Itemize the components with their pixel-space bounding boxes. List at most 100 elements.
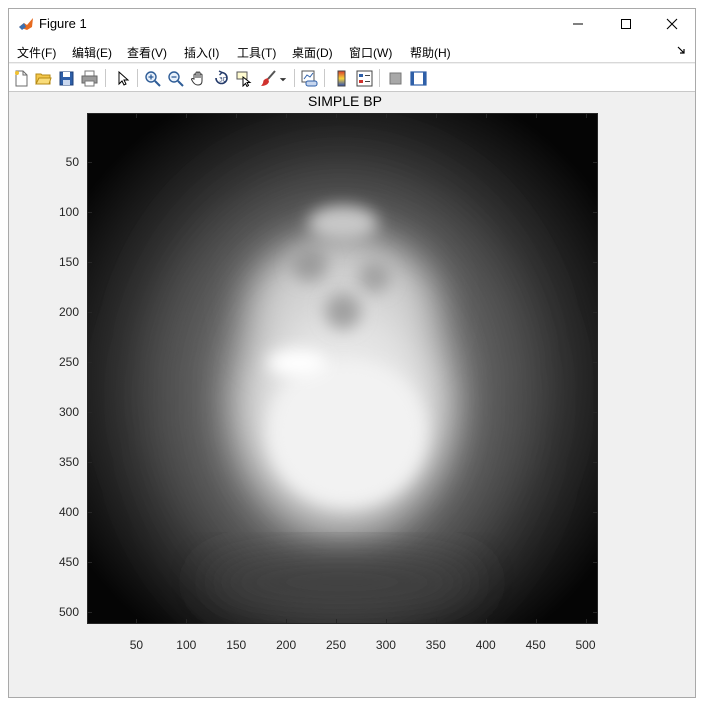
- y-tick-label: 450: [58, 554, 79, 569]
- new-figure-button[interactable]: [11, 68, 31, 88]
- select-arrow-button[interactable]: [112, 68, 132, 88]
- y-tick-mark: [593, 412, 598, 413]
- dock-arrow-icon[interactable]: [677, 45, 687, 55]
- minimize-button[interactable]: [555, 9, 601, 39]
- pan-button[interactable]: [188, 68, 208, 88]
- image-axes[interactable]: [87, 113, 598, 624]
- y-tick-mark: [593, 312, 598, 313]
- y-tick-mark: [87, 362, 92, 363]
- insert-legend-button[interactable]: [354, 68, 374, 88]
- x-tick-mark: [386, 113, 387, 118]
- zoom-in-icon: [144, 70, 161, 87]
- menu-help[interactable]: 帮助(H): [410, 44, 451, 61]
- toolbar-separator: [105, 69, 106, 87]
- show-plot-tools-icon: [409, 70, 427, 86]
- y-tick-mark: [87, 212, 92, 213]
- link-plot-button[interactable]: [299, 68, 319, 88]
- y-tick-mark: [87, 612, 92, 613]
- x-tick-label: 50: [129, 638, 144, 652]
- brush-button[interactable]: [258, 68, 278, 88]
- grayscale-reconstruction-image: [88, 114, 597, 623]
- menu-edit[interactable]: 编辑(E): [72, 44, 112, 61]
- matlab-logo-icon: [17, 15, 35, 33]
- x-tick-mark: [536, 113, 537, 118]
- y-tick-mark: [593, 562, 598, 563]
- x-tick-mark: [186, 619, 187, 624]
- insert-legend-icon: [356, 70, 372, 86]
- plot-title: SIMPLE BP: [308, 93, 382, 109]
- title-bar: Figure 1: [9, 9, 695, 39]
- x-tick-mark: [386, 619, 387, 624]
- x-tick-label: 300: [375, 638, 396, 652]
- y-tick-mark: [87, 162, 92, 163]
- brush-icon: [260, 69, 276, 86]
- x-tick-mark: [286, 113, 287, 118]
- x-tick-mark: [236, 619, 237, 624]
- figure-toolbar: 3D: [9, 64, 695, 92]
- y-tick-mark: [593, 212, 598, 213]
- y-tick-label: 300: [58, 404, 79, 419]
- y-tick-label: 50: [65, 155, 79, 170]
- zoom-in-button[interactable]: [142, 68, 162, 88]
- open-file-button[interactable]: [33, 68, 53, 88]
- y-tick-label: 350: [58, 454, 79, 469]
- x-tick-label: 100: [176, 638, 197, 652]
- minimize-icon: [573, 23, 583, 25]
- y-tick-label: 500: [58, 604, 79, 619]
- y-tick-mark: [87, 312, 92, 313]
- data-cursor-icon: [236, 71, 251, 87]
- menu-insert[interactable]: 插入(I): [184, 44, 219, 61]
- menu-window[interactable]: 窗口(W): [349, 44, 392, 61]
- select-arrow-icon: [118, 70, 129, 86]
- x-tick-mark: [336, 619, 337, 624]
- brush-dropdown-button[interactable]: [278, 68, 288, 88]
- x-tick-label: 200: [276, 638, 297, 652]
- y-tick-mark: [593, 462, 598, 463]
- y-tick-label: 100: [58, 205, 79, 220]
- x-tick-mark: [436, 619, 437, 624]
- maximize-button[interactable]: [603, 9, 649, 39]
- x-tick-mark: [136, 619, 137, 624]
- close-icon: [666, 18, 678, 30]
- y-tick-mark: [593, 612, 598, 613]
- maximize-icon: [621, 19, 631, 29]
- x-tick-label: 500: [575, 638, 596, 652]
- y-tick-label: 400: [58, 504, 79, 519]
- svg-text:3D: 3D: [219, 76, 228, 83]
- menu-view[interactable]: 查看(V): [127, 44, 167, 61]
- y-tick-mark: [593, 162, 598, 163]
- hide-plot-tools-button[interactable]: [385, 68, 405, 88]
- data-cursor-button[interactable]: [234, 68, 254, 88]
- insert-colorbar-button[interactable]: [331, 68, 351, 88]
- y-tick-label: 200: [58, 305, 79, 320]
- zoom-out-button[interactable]: [165, 68, 185, 88]
- menu-desktop[interactable]: 桌面(D): [292, 44, 333, 61]
- chevron-down-icon: [279, 77, 287, 81]
- y-tick-label: 150: [58, 255, 79, 270]
- menu-file[interactable]: 文件(F): [17, 44, 56, 61]
- rotate-3d-button[interactable]: 3D: [211, 68, 231, 88]
- open-file-icon: [34, 73, 52, 84]
- print-button[interactable]: [79, 68, 99, 88]
- x-tick-mark: [536, 619, 537, 624]
- show-plot-tools-button[interactable]: [408, 68, 428, 88]
- x-tick-label: 250: [325, 638, 347, 652]
- toolbar-separator: [137, 69, 138, 87]
- save-icon: [59, 71, 73, 85]
- x-tick-mark: [336, 113, 337, 118]
- y-tick-mark: [593, 262, 598, 263]
- x-tick-mark: [486, 113, 487, 118]
- x-tick-label: 150: [226, 638, 247, 652]
- y-tick-mark: [87, 512, 92, 513]
- save-button[interactable]: [56, 68, 76, 88]
- y-tick-label: 250: [58, 355, 79, 369]
- pan-hand-icon: [190, 70, 202, 86]
- link-plot-icon: [301, 70, 317, 86]
- x-tick-mark: [236, 113, 237, 118]
- menu-tools[interactable]: 工具(T): [237, 44, 276, 61]
- x-tick-label: 400: [475, 638, 496, 652]
- x-tick-label: 350: [425, 638, 446, 652]
- toolbar-separator: [294, 69, 295, 87]
- window-title: Figure 1: [39, 16, 87, 31]
- close-button[interactable]: [649, 9, 695, 39]
